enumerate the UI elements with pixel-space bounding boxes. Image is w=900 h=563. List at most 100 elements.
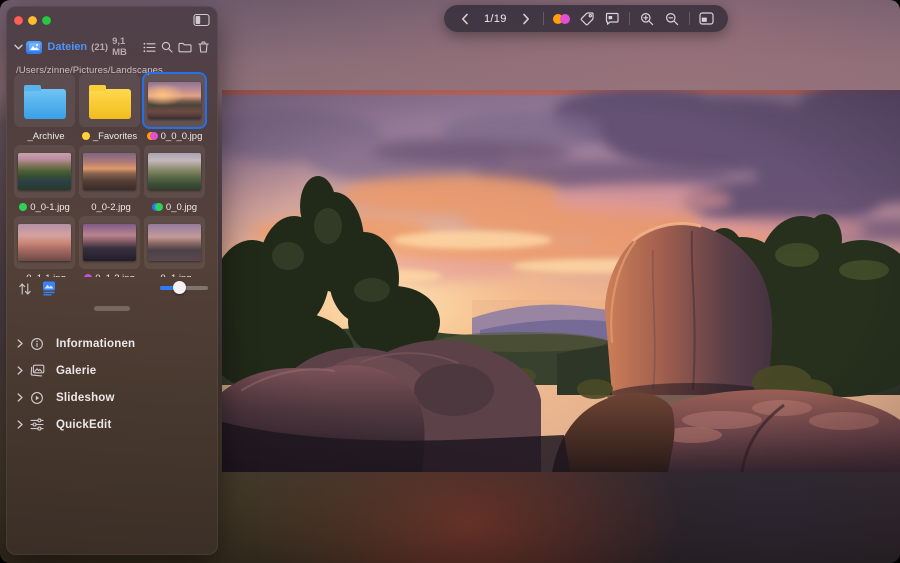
info-circle-icon [30, 337, 47, 351]
play-circle-icon [30, 391, 47, 405]
app-window: 1/19 [0, 0, 900, 563]
image-tile[interactable] [144, 216, 205, 269]
file-item[interactable]: 0_1.jpg [144, 216, 205, 277]
files-size: 9,1 MB [112, 36, 142, 58]
zoom-out-button[interactable] [664, 10, 680, 28]
chevron-right-icon [17, 339, 29, 348]
slider-knob[interactable] [173, 281, 186, 294]
tag-icon [580, 12, 594, 26]
section-label: Informationen [56, 338, 135, 350]
thumbnail [148, 82, 201, 119]
photo-viewer[interactable] [222, 90, 900, 472]
file-item[interactable]: 0_0-2.jpg [79, 145, 140, 216]
tag-dots [82, 132, 90, 140]
file-name: 0_0.jpg [166, 202, 197, 213]
gallery-icon [30, 364, 47, 377]
toolbar-divider [689, 12, 690, 25]
chevron-right-icon [17, 366, 29, 375]
file-name: 0_1.jpg [160, 273, 191, 278]
tag-dots [19, 203, 27, 211]
sidebar-toggle-button[interactable] [193, 13, 210, 27]
fullscreen-button[interactable] [42, 16, 51, 25]
files-actions [142, 38, 210, 56]
thumbnail [148, 224, 201, 261]
color-tags-icon [553, 14, 570, 24]
landscape-photo [222, 90, 900, 472]
tag-button[interactable] [579, 10, 595, 28]
view-mode-icon [41, 280, 57, 296]
zoom-in-button[interactable] [639, 10, 655, 28]
folder-tile[interactable] [79, 74, 140, 127]
trash-icon [198, 41, 209, 53]
grid-controls [6, 278, 218, 300]
thumbnail-size-slider[interactable] [160, 286, 208, 290]
section-galerie[interactable]: Galerie [6, 357, 218, 384]
collapse-files-button[interactable] [14, 44, 24, 50]
image-tile[interactable] [79, 145, 140, 198]
view-mode-button[interactable] [41, 279, 57, 297]
section-quickedit[interactable]: QuickEdit [6, 411, 218, 438]
files-section-title[interactable]: Dateien [47, 41, 87, 53]
file-item[interactable]: 0_1-2.jpg [79, 216, 140, 277]
tag-dots [152, 203, 163, 211]
color-tag-button[interactable] [553, 10, 570, 28]
panel-resize-handle[interactable] [94, 306, 130, 311]
file-name: 0_1-1.jpg [26, 273, 66, 278]
file-name: 0_0_0.jpg [161, 131, 203, 142]
thumbnail [148, 153, 201, 190]
section-informationen[interactable]: Informationen [6, 330, 218, 357]
sidebar-toggle-icon [193, 13, 210, 27]
open-folder-button[interactable] [178, 38, 192, 56]
folder-icon [178, 42, 192, 53]
files-count: (21) [91, 42, 108, 53]
image-tile[interactable] [79, 216, 140, 269]
sort-button[interactable] [17, 280, 33, 298]
file-item[interactable]: 0_0.jpg [144, 145, 205, 216]
chevron-down-icon [14, 44, 23, 50]
files-header: Dateien (21) 9,1 MB [14, 39, 210, 55]
thumbnail [18, 224, 71, 261]
thumbnail [18, 153, 71, 190]
search-button[interactable] [160, 38, 174, 56]
section-label: Slideshow [56, 392, 115, 404]
file-item[interactable]: 0_1-1.jpg [14, 216, 75, 277]
minimize-button[interactable] [28, 16, 37, 25]
next-image-button[interactable] [518, 10, 534, 28]
thumbnail [83, 153, 136, 190]
yellow-folder-icon [89, 89, 131, 119]
list-view-button[interactable] [142, 38, 156, 56]
sidebar-panel: Dateien (21) 9,1 MB [6, 6, 218, 555]
chevron-left-icon [461, 13, 469, 25]
image-tile[interactable] [144, 145, 205, 198]
trash-button[interactable] [196, 38, 210, 56]
close-button[interactable] [14, 16, 23, 25]
file-item[interactable]: _Archive [14, 74, 75, 145]
file-item[interactable]: _Favorites [79, 74, 140, 145]
chevron-right-icon [522, 13, 530, 25]
folder-tile[interactable] [14, 74, 75, 127]
chevron-right-icon [17, 393, 29, 402]
file-item[interactable]: 0_0-1.jpg [14, 145, 75, 216]
fit-window-button[interactable] [699, 10, 715, 28]
file-name: _Archive [28, 131, 65, 142]
comment-icon [605, 12, 619, 26]
tag-dots [147, 132, 158, 140]
zoom-out-icon [665, 12, 679, 26]
image-tile[interactable] [14, 145, 75, 198]
sidebar-sections: Informationen Galerie [6, 330, 218, 438]
section-slideshow[interactable]: Slideshow [6, 384, 218, 411]
previous-image-button[interactable] [457, 10, 473, 28]
file-name: _Favorites [93, 131, 137, 142]
comment-button[interactable] [604, 10, 620, 28]
file-name: 0_0-2.jpg [91, 202, 131, 213]
thumbnail [83, 224, 136, 261]
file-grid: _Archive _Favorites 0_0_0.jpg 0_0-1.jpg … [14, 72, 212, 277]
fit-window-icon [699, 12, 714, 25]
zoom-in-icon [640, 12, 654, 26]
toolbar-divider [543, 12, 544, 25]
sliders-icon [30, 418, 47, 431]
chevron-right-icon [17, 420, 29, 429]
image-tile-selected[interactable] [144, 74, 205, 127]
file-item[interactable]: 0_0_0.jpg [144, 74, 205, 145]
image-tile[interactable] [14, 216, 75, 269]
